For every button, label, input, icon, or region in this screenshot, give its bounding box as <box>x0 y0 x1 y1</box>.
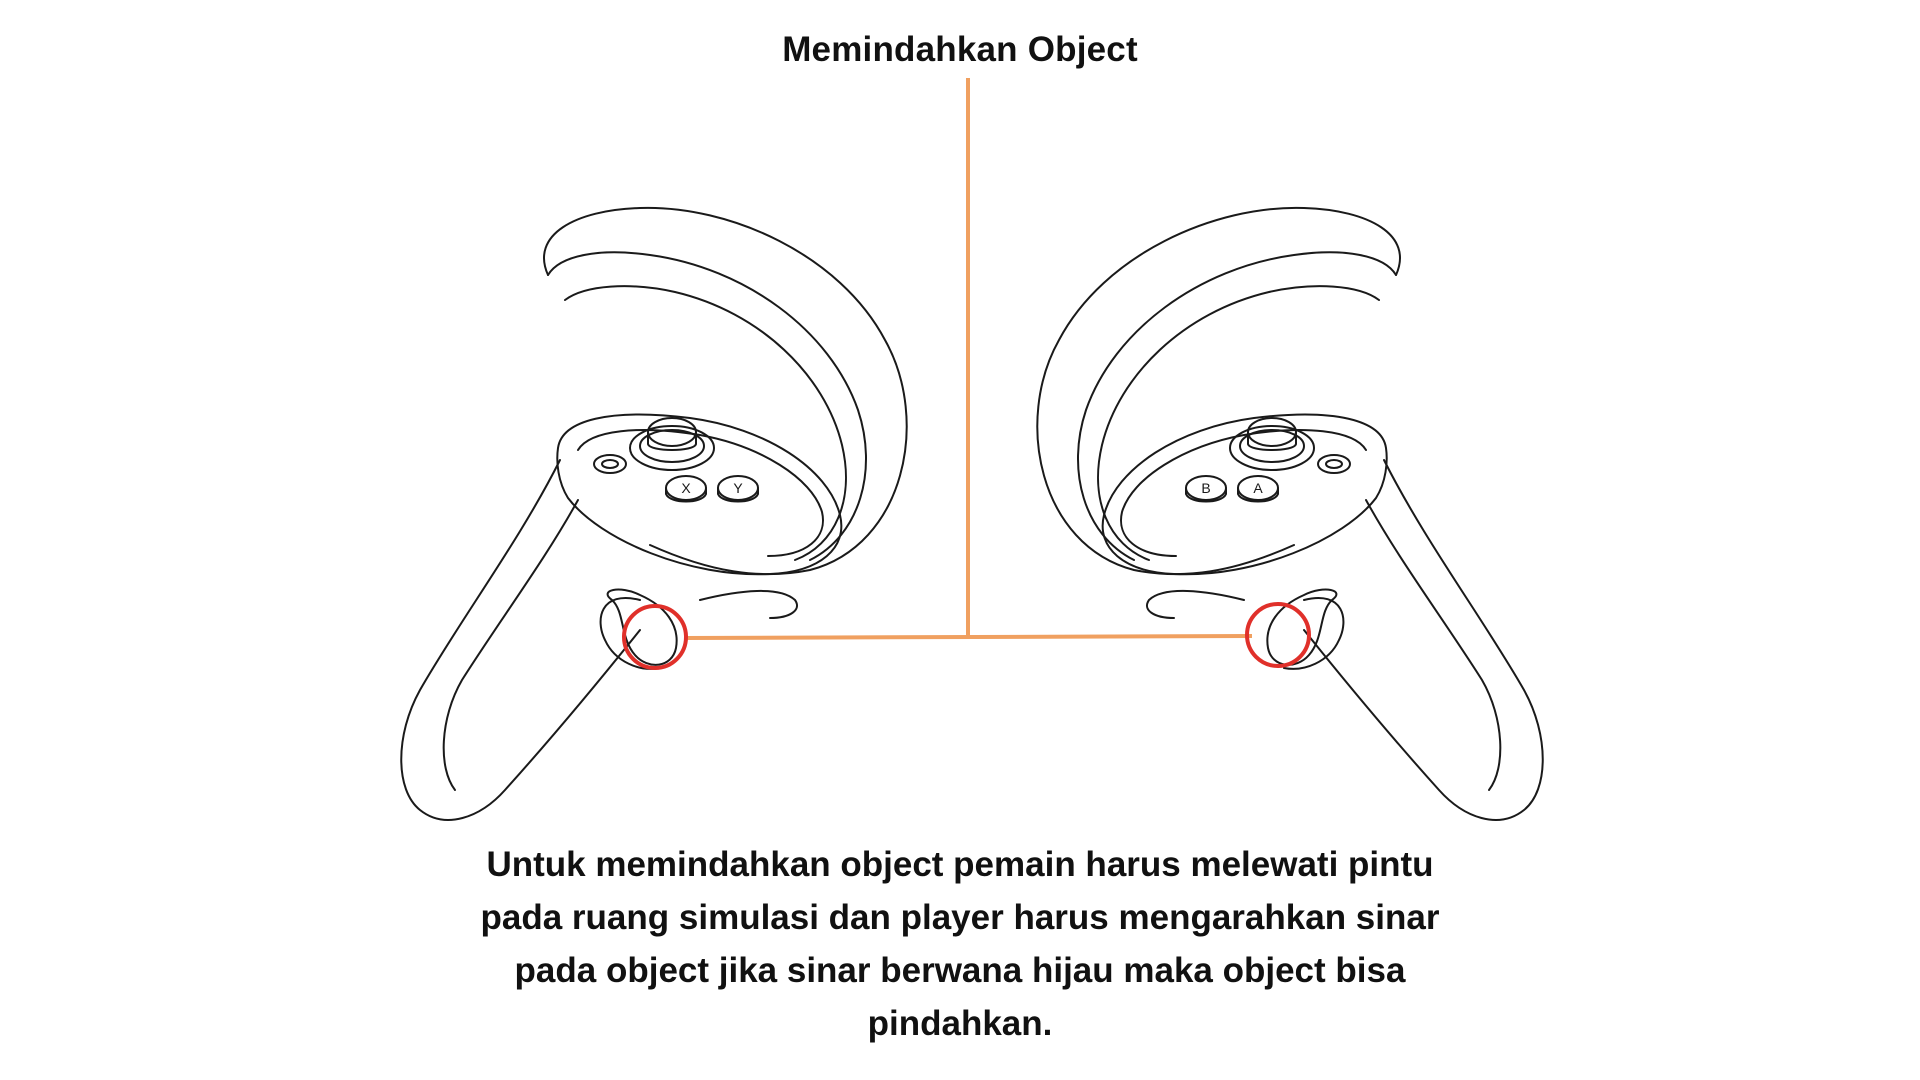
right-button-b-label: B <box>1201 480 1210 496</box>
left-thumbstick-base <box>629 425 715 471</box>
caption-line-3: pada object jika sinar berwana hijau mak… <box>514 951 1406 990</box>
right-controller <box>1036 206 1544 821</box>
connector-horizontal-line <box>685 634 1253 640</box>
caption-line-2: pada ruang simulasi dan player harus men… <box>480 898 1440 937</box>
caption-line-4: pindahkan. <box>867 1004 1053 1043</box>
right-button-a-label: A <box>1253 480 1263 496</box>
left-controller <box>400 206 908 821</box>
instruction-caption: Untuk memindahkan object pemain harus me… <box>460 838 1460 1050</box>
right-home-button <box>1317 454 1351 474</box>
connector-lines <box>685 78 1253 640</box>
left-trigger <box>606 588 678 666</box>
right-thumbstick-base <box>1229 425 1315 471</box>
caption-line-1: Untuk memindahkan object pemain harus me… <box>486 845 1434 884</box>
left-button-y-label: Y <box>733 480 743 496</box>
left-button-x-label: X <box>681 480 691 496</box>
left-menu-button <box>593 454 627 474</box>
